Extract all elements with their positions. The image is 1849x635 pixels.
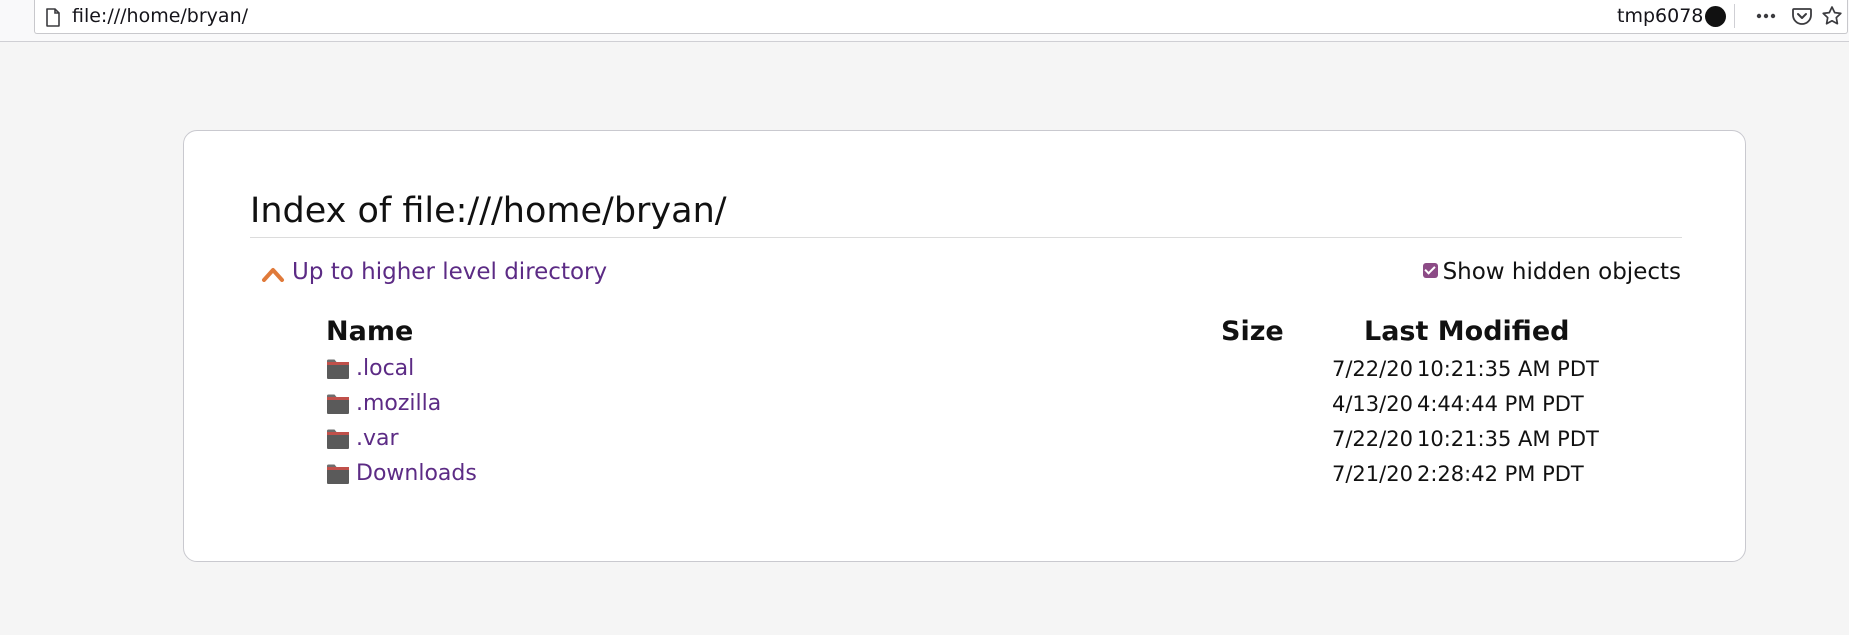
- folder-icon: [326, 393, 350, 419]
- page-icon: [45, 8, 61, 31]
- up-directory-label: Up to higher level directory: [292, 259, 608, 285]
- page-title: Index of file:///home/bryan/: [250, 191, 727, 231]
- modified-date: 7/21/20: [1332, 462, 1413, 486]
- show-hidden-label: Show hidden objects: [1442, 259, 1681, 285]
- pocket-icon[interactable]: [1791, 5, 1813, 31]
- bookmark-star-icon[interactable]: [1821, 5, 1843, 31]
- modified-time: 10:21:35 AM PDT: [1417, 357, 1599, 381]
- modified-time: 10:21:35 AM PDT: [1417, 427, 1599, 451]
- file-link[interactable]: Downloads: [356, 461, 477, 486]
- url-text[interactable]: file:///home/bryan/: [72, 5, 248, 27]
- modified-time: 2:28:42 PM PDT: [1417, 462, 1584, 486]
- modified-date: 7/22/20: [1332, 427, 1413, 451]
- modified-time: 4:44:44 PM PDT: [1417, 392, 1584, 416]
- up-chevron-icon: [262, 268, 284, 282]
- column-header-modified[interactable]: Last Modified: [1364, 316, 1569, 347]
- more-icon[interactable]: [1755, 5, 1777, 31]
- table-row: Downloads 7/21/20 2:28:42 PM PDT: [326, 461, 1626, 491]
- file-link[interactable]: .var: [356, 426, 399, 451]
- folder-icon: [326, 428, 350, 454]
- toolbar-divider: [1734, 4, 1735, 28]
- url-bar[interactable]: file:///home/bryan/ tmp6078: [34, 0, 1848, 34]
- modified-date: 7/22/20: [1332, 357, 1413, 381]
- file-link[interactable]: .local: [356, 356, 414, 381]
- table-row: .local 7/22/20 10:21:35 AM PDT: [326, 356, 1626, 386]
- directory-listing-card: Index of file:///home/bryan/ Up to highe…: [183, 130, 1746, 562]
- column-header-name[interactable]: Name: [326, 316, 413, 347]
- column-header-size[interactable]: Size: [1221, 316, 1284, 347]
- table-row: .var 7/22/20 10:21:35 AM PDT: [326, 426, 1626, 456]
- show-hidden-toggle[interactable]: Show hidden objects: [1422, 259, 1681, 285]
- file-link[interactable]: .mozilla: [356, 391, 441, 416]
- show-hidden-checkbox[interactable]: [1422, 263, 1438, 278]
- container-dot-icon: [1705, 6, 1726, 27]
- modified-date: 4/13/20: [1332, 392, 1413, 416]
- table-row: .mozilla 4/13/20 4:44:44 PM PDT: [326, 391, 1626, 421]
- folder-icon: [326, 463, 350, 489]
- folder-icon: [326, 358, 350, 384]
- title-divider: [250, 237, 1682, 238]
- container-label: tmp6078: [1617, 5, 1704, 27]
- browser-toolbar: file:///home/bryan/ tmp6078: [0, 0, 1849, 42]
